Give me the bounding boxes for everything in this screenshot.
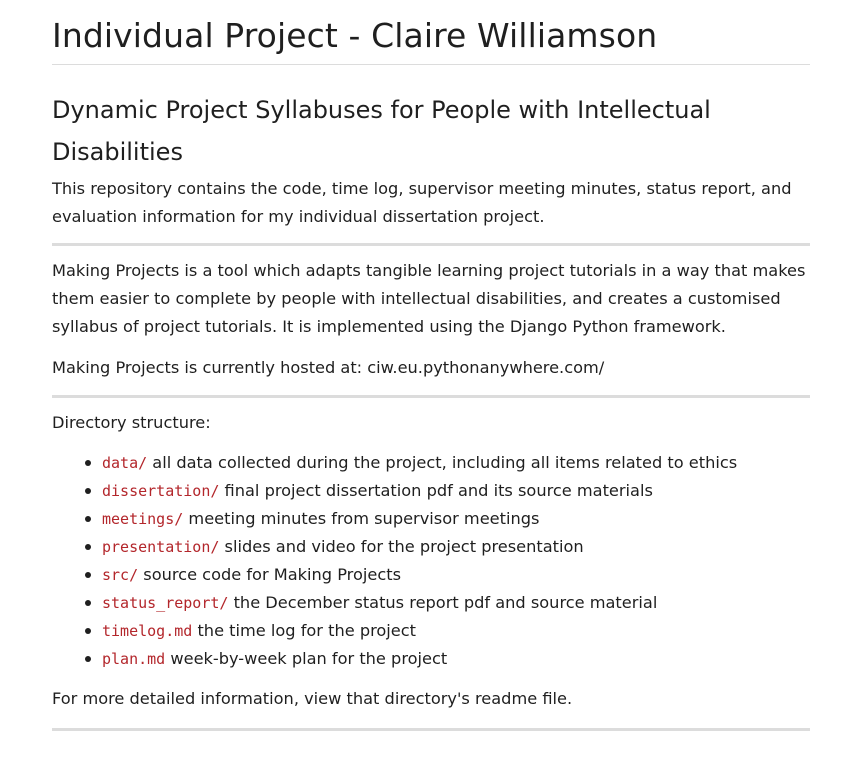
list-item: plan.md week-by-week plan for the projec… <box>85 645 810 673</box>
list-item: status_report/ the December status repor… <box>85 589 810 617</box>
list-item: data/ all data collected during the proj… <box>85 449 810 477</box>
bullet-icon <box>85 572 91 578</box>
bullet-icon <box>85 600 91 606</box>
list-item: dissertation/ final project dissertation… <box>85 477 810 505</box>
hosted-paragraph: Making Projects is currently hosted at: … <box>52 358 605 377</box>
bullet-icon <box>85 488 91 494</box>
directory-heading: Directory structure: <box>52 413 211 432</box>
list-item: meetings/ meeting minutes from superviso… <box>85 505 810 533</box>
bullet-icon <box>85 516 91 522</box>
divider <box>52 728 810 731</box>
directory-name: src/ <box>102 566 139 584</box>
directory-description: slides and video for the project present… <box>219 537 584 556</box>
directory-name: data/ <box>102 454 148 472</box>
list-item: presentation/ slides and video for the p… <box>85 533 810 561</box>
directory-list: data/ all data collected during the proj… <box>52 449 810 673</box>
directory-description: week-by-week plan for the project <box>165 649 448 668</box>
directory-name: plan.md <box>102 650 166 668</box>
bullet-icon <box>85 544 91 550</box>
directory-name: status_report/ <box>102 594 229 612</box>
intro-paragraph: This repository contains the code, time … <box>52 179 792 226</box>
footer-note: For more detailed information, view that… <box>52 689 573 708</box>
directory-name: presentation/ <box>102 538 220 556</box>
directory-description: all data collected during the project, i… <box>147 453 738 472</box>
directory-description: final project dissertation pdf and its s… <box>219 481 653 500</box>
bullet-icon <box>85 656 91 662</box>
directory-name: dissertation/ <box>102 482 220 500</box>
bullet-icon <box>85 460 91 466</box>
directory-description: source code for Making Projects <box>138 565 402 584</box>
directory-name: timelog.md <box>102 622 193 640</box>
divider <box>52 395 810 398</box>
list-item: src/ source code for Making Projects <box>85 561 810 589</box>
readme-content: Individual Project - Claire Williamson D… <box>52 0 810 731</box>
directory-description: the time log for the project <box>192 621 417 640</box>
description-paragraph: Making Projects is a tool which adapts t… <box>52 261 806 336</box>
page-title: Individual Project - Claire Williamson <box>52 0 810 65</box>
project-subtitle: Dynamic Project Syllabuses for People wi… <box>52 96 711 166</box>
directory-name: meetings/ <box>102 510 184 528</box>
divider <box>52 243 810 246</box>
directory-description: the December status report pdf and sourc… <box>228 593 658 612</box>
list-item: timelog.md the time log for the project <box>85 617 810 645</box>
directory-description: meeting minutes from supervisor meetings <box>183 509 540 528</box>
bullet-icon <box>85 628 91 634</box>
